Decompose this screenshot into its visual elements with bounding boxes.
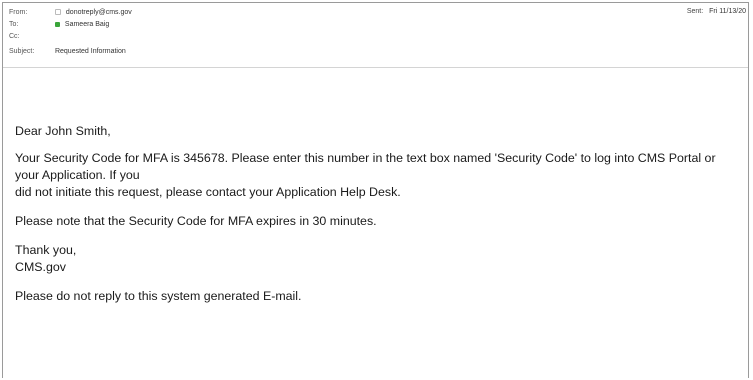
security-code-paragraph-line2: did not initiate this request, please co…	[15, 185, 401, 199]
no-reply-notice: Please do not reply to this system gener…	[15, 289, 302, 303]
greeting: Dear John Smith,	[15, 124, 111, 138]
sent-value: Fri 11/13/20	[709, 8, 746, 15]
closing-signature: CMS.gov	[15, 260, 66, 274]
subject-label: Subject:	[9, 48, 35, 55]
from-row: From: donotreply@cms.gov	[9, 8, 132, 18]
from-value[interactable]: donotreply@cms.gov	[66, 8, 132, 18]
from-label: From:	[9, 9, 28, 16]
sent-label: Sent:	[686, 8, 704, 15]
to-value[interactable]: Sameera Baig	[65, 20, 109, 30]
email-header: From: donotreply@cms.gov To: Sameera Bai…	[3, 3, 748, 68]
sent-info: Sent: Fri 11/13/20	[687, 7, 746, 17]
cc-row: Cc:	[9, 32, 55, 42]
expiry-note: Please note that the Security Code for M…	[15, 214, 377, 228]
presence-indicator-icon	[54, 9, 61, 16]
to-label: To:	[9, 21, 19, 28]
presence-online-icon	[54, 21, 60, 27]
to-row: To: Sameera Baig	[9, 20, 109, 30]
subject-row: Subject: Requested Information	[9, 47, 126, 57]
email-body: Dear John Smith, Your Security Code for …	[15, 123, 735, 305]
security-code-paragraph-line1: Your Security Code for MFA is 345678. Pl…	[15, 151, 716, 182]
closing-thanks: Thank you,	[15, 243, 77, 257]
cc-label: Cc:	[9, 33, 20, 40]
email-window: From: donotreply@cms.gov To: Sameera Bai…	[2, 2, 749, 378]
subject-value: Requested Information	[54, 48, 126, 55]
